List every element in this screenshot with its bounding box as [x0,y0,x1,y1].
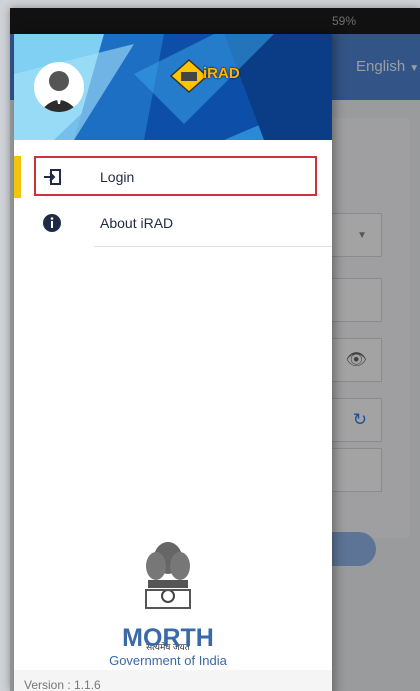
status-bar: 59% [10,8,420,34]
menu-item-label: Login [100,169,135,185]
active-indicator [14,156,21,198]
org-short-name: MORTH [122,624,214,652]
version-label: Version : 1.1.6 [24,678,101,691]
navigation-drawer: iRAD Login About iRAD सत्यमेव जयते MORTH… [14,34,332,691]
menu-divider [94,246,332,247]
brand-name: iRAD [203,65,240,82]
drawer-header: iRAD [14,34,332,140]
battery-level: 59% [332,14,357,28]
app-screen: 59% English ▼ ▼ 👁 ↻ iRAD Login About iRA… [10,8,420,691]
login-icon [44,169,61,185]
info-icon [43,214,61,232]
menu-item-about[interactable]: About iRAD [14,202,332,244]
menu-item-login[interactable]: Login [14,156,332,198]
user-avatar [34,62,84,112]
national-emblem-icon [145,542,191,609]
selection-highlight [34,156,317,196]
version-footer: Version : 1.1.6 [14,670,332,691]
menu-item-label: About iRAD [100,215,174,231]
user-avatar-icon [40,71,78,112]
org-full-name: Government of India [109,653,227,668]
